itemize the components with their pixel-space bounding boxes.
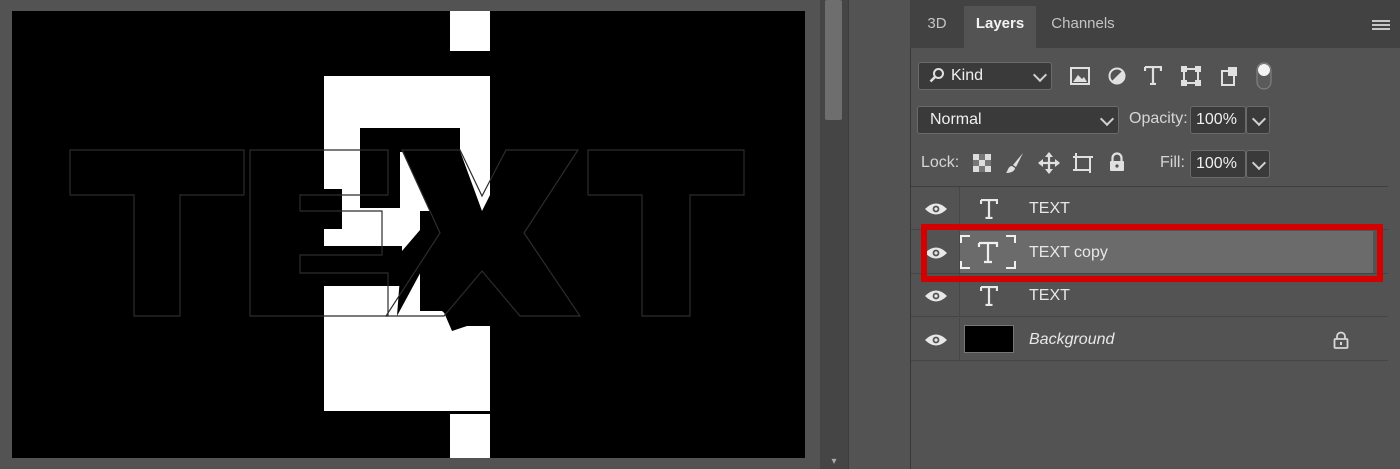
opacity-label: Opacity: <box>1129 110 1188 127</box>
blend-mode-select[interactable]: Normal <box>917 106 1119 134</box>
highlight-annotation-box <box>921 224 1383 282</box>
opacity-input[interactable]: 100% <box>1190 106 1246 134</box>
image-filter-icon[interactable] <box>1070 67 1090 85</box>
type-filter-icon[interactable] <box>1144 66 1162 85</box>
blend-mode-value: Normal <box>930 111 982 128</box>
fill-value: 100% <box>1196 155 1237 172</box>
layer-lock-icon[interactable] <box>1333 331 1349 349</box>
lock-position-icon[interactable] <box>1038 152 1060 174</box>
layer-name: TEXT <box>1029 200 1070 217</box>
scrollbar-thumb[interactable] <box>825 0 842 120</box>
opacity-value: 100% <box>1196 111 1237 128</box>
lock-label: Lock: <box>921 154 960 171</box>
lock-all-icon[interactable] <box>1108 152 1126 172</box>
text-layer-icon <box>980 286 998 306</box>
smart-object-filter-icon[interactable] <box>1220 66 1238 86</box>
search-icon <box>929 68 944 83</box>
tab-channels[interactable]: Channels <box>1038 6 1128 48</box>
eye-icon[interactable] <box>924 333 948 347</box>
lock-artboard-icon[interactable] <box>1072 152 1094 174</box>
artwork <box>12 11 805 458</box>
panel-menu-icon[interactable] <box>1372 20 1390 32</box>
text-layer-icon <box>980 199 998 219</box>
tab-3d[interactable]: 3D <box>912 6 962 48</box>
filter-kind-value: Kind <box>951 67 984 84</box>
document-canvas[interactable] <box>12 11 805 458</box>
panel-dock-gutter <box>848 0 911 469</box>
tab-layers[interactable]: Layers <box>964 6 1036 48</box>
lock-transparent-pixels-icon[interactable] <box>973 154 991 172</box>
scroll-down-arrow-icon[interactable]: ▾ <box>826 456 842 468</box>
shape-filter-icon[interactable] <box>1181 66 1201 86</box>
background-thumbnail <box>964 325 1014 353</box>
fill-input[interactable]: 100% <box>1190 150 1246 178</box>
fill-label: Fill: <box>1160 154 1185 171</box>
layer-name: TEXT <box>1029 287 1070 304</box>
layer-name: Background <box>1029 331 1115 348</box>
eye-icon[interactable] <box>924 289 948 303</box>
filter-toggle-icon[interactable] <box>1256 62 1272 90</box>
lock-image-pixels-icon[interactable] <box>1005 152 1025 174</box>
adjustment-filter-icon[interactable] <box>1108 67 1126 85</box>
eye-icon[interactable] <box>924 202 948 216</box>
